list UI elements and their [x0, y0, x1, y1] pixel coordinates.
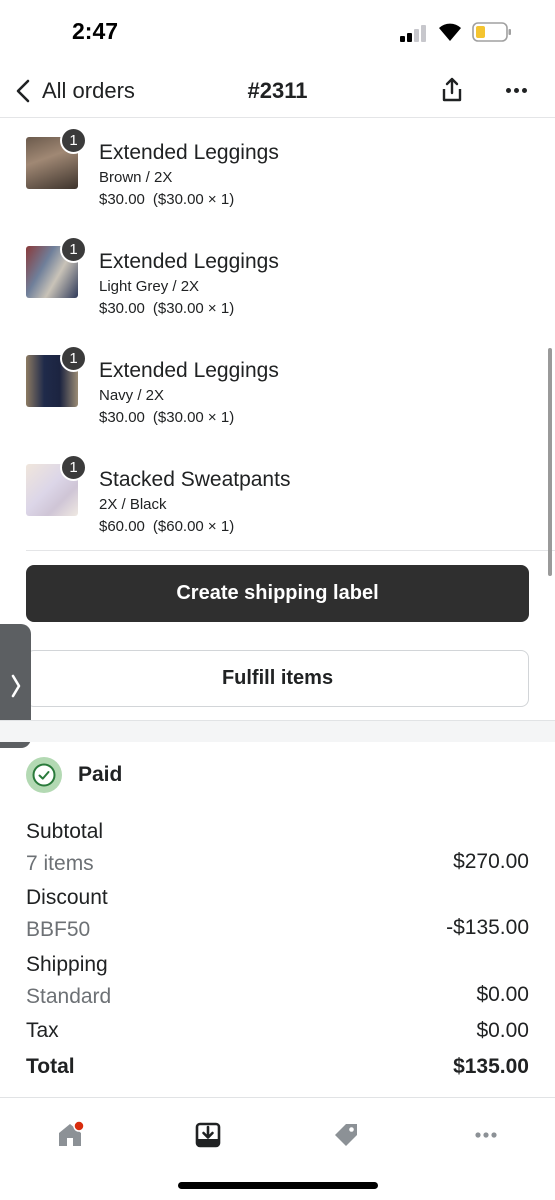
shipping-row: Shipping Standard $0.00 [26, 953, 529, 1009]
item-price: $30.00 ($30.00 × 1) [99, 409, 234, 426]
scrollbar[interactable] [548, 348, 552, 576]
subtotal-value: $270.00 [453, 850, 529, 873]
back-label: All orders [42, 78, 135, 103]
chevron-right-icon [11, 674, 20, 698]
discount-label: Discount [26, 886, 108, 909]
item-variant: Navy / 2X [99, 387, 165, 404]
shipping-label: Shipping [26, 953, 108, 976]
orders-icon [195, 1122, 221, 1148]
line-item[interactable]: 1 Extended Leggings Light Grey / 2X $30.… [0, 228, 555, 337]
back-to-orders-button[interactable]: All orders [14, 74, 135, 108]
section-separator [0, 720, 555, 742]
subtotal-row: Subtotal 7 items $270.00 [26, 820, 529, 876]
item-total-price: $30.00 [99, 409, 145, 426]
item-price: $30.00 ($30.00 × 1) [99, 300, 234, 317]
item-title: Stacked Sweatpants [99, 468, 291, 491]
item-unit-detail: ($60.00 × 1) [152, 518, 235, 535]
item-price: $30.00 ($30.00 × 1) [99, 191, 234, 208]
item-title: Extended Leggings [99, 359, 279, 382]
item-unit-detail: ($30.00 × 1) [152, 191, 235, 208]
fulfill-items-button[interactable]: Fulfill items [26, 650, 529, 707]
item-price: $60.00 ($60.00 × 1) [99, 518, 234, 535]
item-total-price: $60.00 [99, 518, 145, 535]
tab-products[interactable] [326, 1118, 366, 1152]
home-indicator[interactable] [178, 1182, 378, 1189]
more-dot-icon [505, 87, 511, 93]
item-unit-detail: ($30.00 × 1) [152, 300, 235, 317]
item-variant: 2X / Black [99, 496, 167, 513]
shipping-method: Standard [26, 985, 112, 1008]
tab-home[interactable] [50, 1118, 90, 1152]
create-shipping-label-button[interactable]: Create shipping label [26, 565, 529, 622]
subtotal-label: Subtotal [26, 820, 104, 843]
item-variant: Light Grey / 2X [99, 278, 200, 295]
more-options-button[interactable] [500, 76, 532, 104]
more-dot-icon [521, 87, 527, 93]
wifi-icon [439, 23, 461, 41]
quantity-badge: 1 [60, 454, 87, 481]
line-item[interactable]: 1 Extended Leggings Navy / 2X $30.00 ($30… [0, 337, 555, 446]
item-unit-detail: ($30.00 × 1) [152, 409, 235, 426]
status-time: 2:47 [72, 18, 119, 44]
tax-label: Tax [26, 1019, 59, 1042]
more-icon [475, 1132, 497, 1138]
item-title: Extended Leggings [99, 250, 279, 273]
tax-row: Tax $0.00 [26, 1019, 529, 1043]
status-bar: 2:47 [0, 0, 555, 64]
paid-label: Paid [78, 763, 123, 786]
share-icon[interactable] [438, 76, 466, 104]
quantity-badge: 1 [60, 236, 87, 263]
tab-orders[interactable] [188, 1118, 228, 1152]
item-title: Extended Leggings [99, 141, 279, 164]
tax-value: $0.00 [476, 1019, 529, 1042]
nav-bar: All orders #2311 [0, 64, 555, 118]
checkmark-circle-icon [26, 757, 62, 793]
line-item[interactable]: 1 Extended Leggings Brown / 2X $30.00 ($3… [0, 119, 555, 228]
divider [26, 550, 555, 551]
home-icon [59, 1120, 85, 1146]
products-icon [335, 1124, 357, 1146]
payment-status: Paid [26, 756, 122, 794]
discount-row: Discount BBF50 -$135.00 [26, 886, 529, 942]
discount-value: -$135.00 [446, 916, 529, 939]
quantity-badge: 1 [60, 345, 87, 372]
shipping-value: $0.00 [476, 983, 529, 1006]
item-total-price: $30.00 [99, 191, 145, 208]
tab-more[interactable] [466, 1118, 506, 1152]
item-variant: Brown / 2X [99, 169, 173, 186]
total-value: $135.00 [453, 1055, 529, 1078]
chevron-left-icon [16, 79, 30, 103]
item-total-price: $30.00 [99, 300, 145, 317]
more-dot-icon [513, 87, 519, 93]
total-row: Total $135.00 [26, 1055, 529, 1079]
battery-icon [472, 22, 511, 42]
quantity-badge: 1 [60, 127, 87, 154]
cellular-signal-icon [400, 24, 428, 42]
line-item[interactable]: 1 Stacked Sweatpants 2X / Black $60.00 ($… [0, 446, 555, 555]
